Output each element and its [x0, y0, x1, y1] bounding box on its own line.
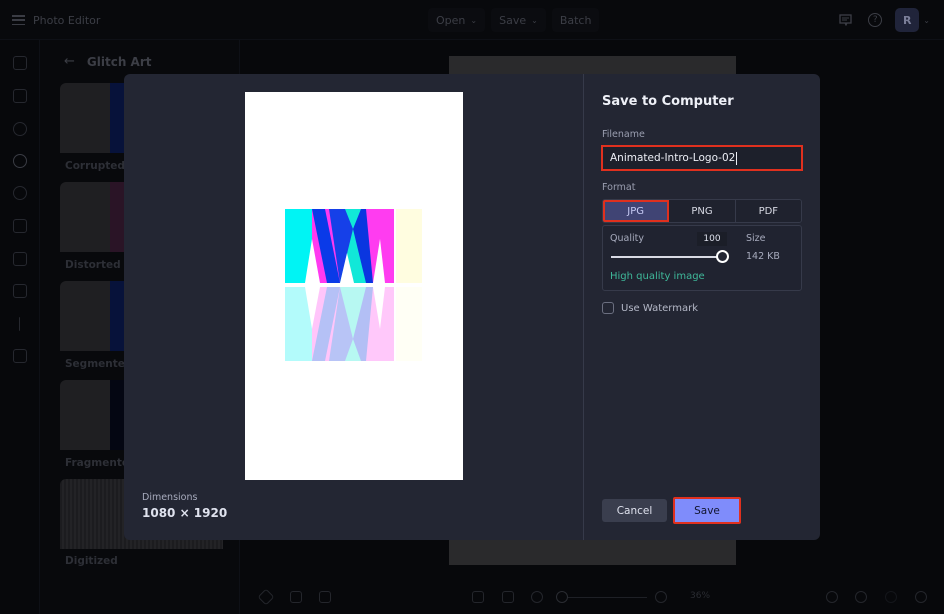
filename-input[interactable]: Animated-Intro-Logo-02 [601, 145, 803, 171]
filename-value: Animated-Intro-Logo-02 [610, 152, 736, 164]
adjust-icon[interactable] [13, 89, 27, 103]
save-menu-button[interactable]: Save ⌄ [491, 8, 546, 32]
feedback-icon [839, 14, 852, 26]
layout-icon[interactable] [13, 56, 27, 70]
quality-label: Quality [610, 233, 644, 244]
save-options: Save to Computer Filename Animated-Intro… [585, 74, 820, 540]
use-watermark-option[interactable]: Use Watermark [602, 302, 698, 314]
text-caret [736, 151, 738, 165]
save-button[interactable]: Save [673, 497, 741, 524]
format-pdf[interactable]: PDF [735, 200, 801, 222]
logo-image [285, 209, 422, 361]
fit-screen-icon[interactable] [472, 591, 484, 603]
size-label: Size [746, 233, 766, 244]
effect-label: Digitized [65, 555, 118, 567]
panel-title: Glitch Art [86, 54, 152, 69]
chevron-down-icon: ⌄ [470, 15, 478, 25]
format-png[interactable]: PNG [669, 200, 736, 222]
save-label: Save [499, 13, 527, 27]
quality-slider-track[interactable] [611, 256, 723, 258]
effects-icon[interactable] [13, 122, 27, 136]
undo-icon[interactable] [855, 591, 867, 603]
format-selector: JPG PNG PDF [602, 199, 802, 223]
effect-label: Segmented [65, 358, 133, 370]
hamburger-icon [12, 15, 25, 25]
history-icon[interactable] [915, 591, 927, 603]
image-preview [245, 92, 463, 480]
size-value: 142 KB [746, 251, 780, 262]
photo-editor-app: Photo Editor Open ⌄ Save ⌄ Batch ? R ⌄ ←… [0, 0, 944, 614]
quality-slider-handle[interactable] [716, 250, 729, 263]
paint-icon[interactable] [13, 186, 27, 200]
format-label: Format [602, 182, 636, 193]
effect-label: Corrupted [65, 160, 125, 172]
layers-icon[interactable] [257, 588, 275, 606]
grid-icon[interactable] [319, 591, 331, 603]
zoom-percent[interactable]: 36% [690, 591, 710, 601]
text-icon[interactable] [19, 317, 21, 331]
open-label: Open [436, 13, 466, 27]
app-title: Photo Editor [33, 13, 101, 27]
help-button[interactable]: ? [865, 10, 885, 30]
overlay-icon[interactable] [13, 349, 27, 363]
dimensions-label: Dimensions [142, 492, 198, 503]
top-bar: Photo Editor Open ⌄ Save ⌄ Batch ? R ⌄ [0, 0, 944, 40]
open-menu-button[interactable]: Open ⌄ [428, 8, 486, 32]
glitch-icon[interactable] [13, 154, 27, 168]
redo-icon[interactable] [885, 591, 897, 603]
zoom-in-icon[interactable] [655, 591, 667, 603]
quality-panel: Quality 100 Size 142 KB High quality ima… [602, 225, 802, 291]
save-to-computer-dialog: Dimensions 1080 × 1920 Save to Computer … [124, 74, 820, 540]
chevron-down-icon: ⌄ [531, 15, 538, 25]
zoom-out-icon[interactable] [531, 591, 543, 603]
top-right-actions: ? R ⌄ [835, 8, 930, 32]
main-menu-button[interactable]: Photo Editor [12, 8, 108, 32]
quality-hint: High quality image [610, 271, 705, 282]
preview-pane: Dimensions 1080 × 1920 [124, 74, 584, 540]
dialog-title: Save to Computer [602, 94, 734, 109]
zoom-slider-track[interactable] [562, 597, 647, 598]
actual-size-icon[interactable] [502, 591, 514, 603]
reset-icon[interactable] [826, 591, 838, 603]
copy-icon[interactable] [290, 591, 302, 603]
tool-rail [0, 40, 40, 614]
batch-button[interactable]: Batch [551, 8, 600, 32]
filename-label: Filename [602, 129, 645, 140]
avatar[interactable]: R [895, 8, 920, 32]
quality-value-input[interactable]: 100 [697, 232, 727, 246]
watermark-checkbox[interactable] [602, 302, 614, 314]
cancel-button[interactable]: Cancel [602, 499, 667, 522]
dimensions-value: 1080 × 1920 [142, 506, 228, 520]
bottom-toolbar: 36% [240, 580, 944, 614]
file-menu: Open ⌄ Save ⌄ Batch [428, 8, 600, 32]
watermark-label: Use Watermark [621, 302, 699, 314]
feedback-button[interactable] [835, 10, 855, 30]
batch-label: Batch [559, 13, 592, 27]
back-arrow-icon[interactable]: ← [64, 54, 75, 69]
panel-header: ← Glitch Art [64, 54, 152, 69]
frame-icon[interactable] [13, 219, 27, 233]
effect-label: Distorted [65, 259, 121, 271]
help-icon: ? [868, 13, 883, 27]
chevron-down-icon[interactable]: ⌄ [923, 16, 930, 25]
format-jpg[interactable]: JPG [603, 200, 670, 222]
zoom-slider-handle[interactable] [556, 591, 568, 603]
elements-icon[interactable] [13, 252, 27, 266]
texture-icon[interactable] [13, 284, 27, 298]
